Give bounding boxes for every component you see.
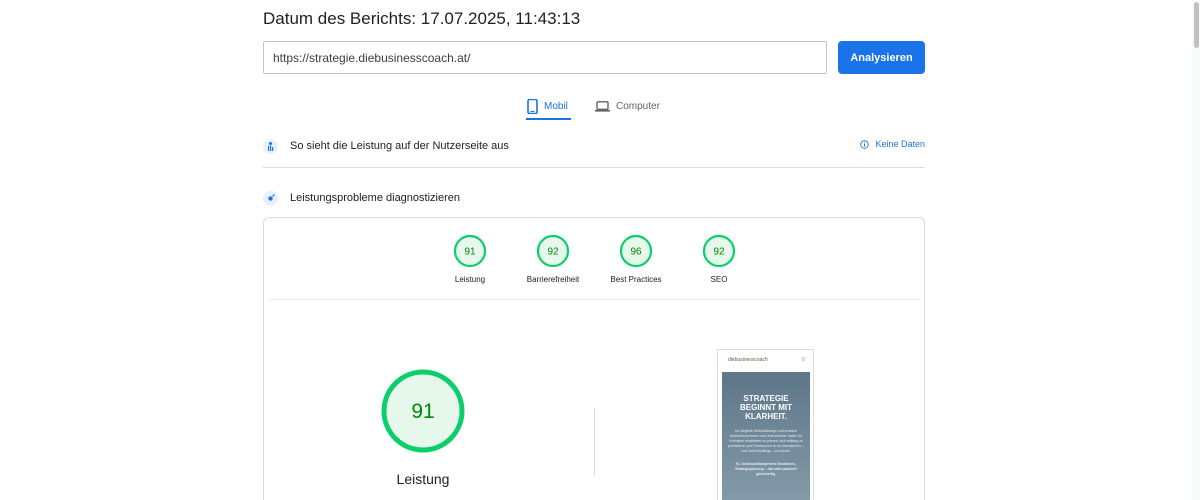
gauge-barrierefreiheit-value: 92	[547, 247, 559, 258]
lab-diagnostics-icon	[263, 190, 278, 206]
diagnostics-section: Leistungsprobleme diagnostizieren	[263, 189, 925, 207]
url-input[interactable]	[263, 41, 827, 74]
no-data-link[interactable]: Keine Daten	[860, 139, 925, 149]
tab-computer-label: Computer	[616, 100, 660, 112]
smartphone-icon	[527, 98, 538, 114]
preview-menu-icon: ≡	[801, 357, 805, 363]
report-date: Datum des Berichts: 17.07.2025, 11:43:13	[263, 9, 581, 28]
diagnostics-title: Leistungsprobleme diagnostizieren	[290, 192, 460, 204]
gauge-seo-label: SEO	[710, 275, 728, 284]
user-experience-icon	[263, 138, 278, 154]
gauge-seo[interactable]: 92 SEO	[679, 234, 759, 284]
field-data-title: So sieht die Leistung auf der Nutzerseit…	[290, 140, 509, 152]
analyze-button[interactable]: Analysieren	[838, 41, 925, 74]
gauge-barrierefreiheit[interactable]: 92 Barrierefreiheit	[513, 234, 593, 284]
page-screenshot-preview: diebusinesscoach ≡ STRATEGIE BEGINNT MIT…	[717, 349, 814, 500]
gauge-barrierefreiheit-label: Barrierefreiheit	[526, 275, 580, 284]
gauges-divider	[270, 299, 920, 300]
performance-description	[291, 496, 551, 500]
info-icon	[860, 139, 870, 149]
page-scrollbar[interactable]	[1192, 0, 1200, 500]
preview-logo: diebusinesscoach	[728, 357, 768, 363]
gauge-best-practices-value: 96	[630, 247, 642, 258]
field-data-section: So sieht die Leistung auf der Nutzerseit…	[263, 137, 925, 155]
gauge-leistung[interactable]: 91 Leistung	[430, 234, 510, 284]
performance-label: Leistung	[396, 471, 450, 487]
active-tab-indicator	[526, 118, 571, 120]
preview-headline: STRATEGIE BEGINNT MIT KLARHEIT.	[740, 394, 792, 421]
performance-gauge: 91	[381, 369, 465, 453]
gauge-best-practices-label: Best Practices	[610, 275, 662, 284]
gauge-best-practices[interactable]: 96 Best Practices	[596, 234, 676, 284]
lighthouse-report-card: 91 Leistung 92 Barrierefreiheit 96 Best …	[263, 217, 925, 500]
performance-score: 91	[411, 400, 434, 423]
preview-header: diebusinesscoach ≡	[718, 350, 813, 370]
preview-body: Ich begleite Selbstständige und kreative…	[728, 429, 804, 453]
preview-body-2: KI, Schlüsselkompetenz Strukturen, Strat…	[735, 462, 797, 476]
laptop-icon	[595, 100, 610, 112]
gauge-leistung-value: 91	[464, 247, 476, 258]
gauge-seo-value: 92	[713, 247, 725, 258]
preview-hero: STRATEGIE BEGINNT MIT KLARHEIT. Ich begl…	[722, 372, 810, 500]
tab-computer[interactable]: Computer	[595, 92, 660, 120]
section-divider	[263, 167, 925, 168]
tab-mobile-label: Mobil	[544, 100, 568, 112]
vertical-divider	[594, 408, 595, 476]
scrollbar-thumb[interactable]	[1194, 2, 1199, 48]
tab-mobile[interactable]: Mobil	[527, 92, 568, 120]
gauge-leistung-label: Leistung	[454, 275, 486, 284]
no-data-label: Keine Daten	[875, 139, 925, 149]
